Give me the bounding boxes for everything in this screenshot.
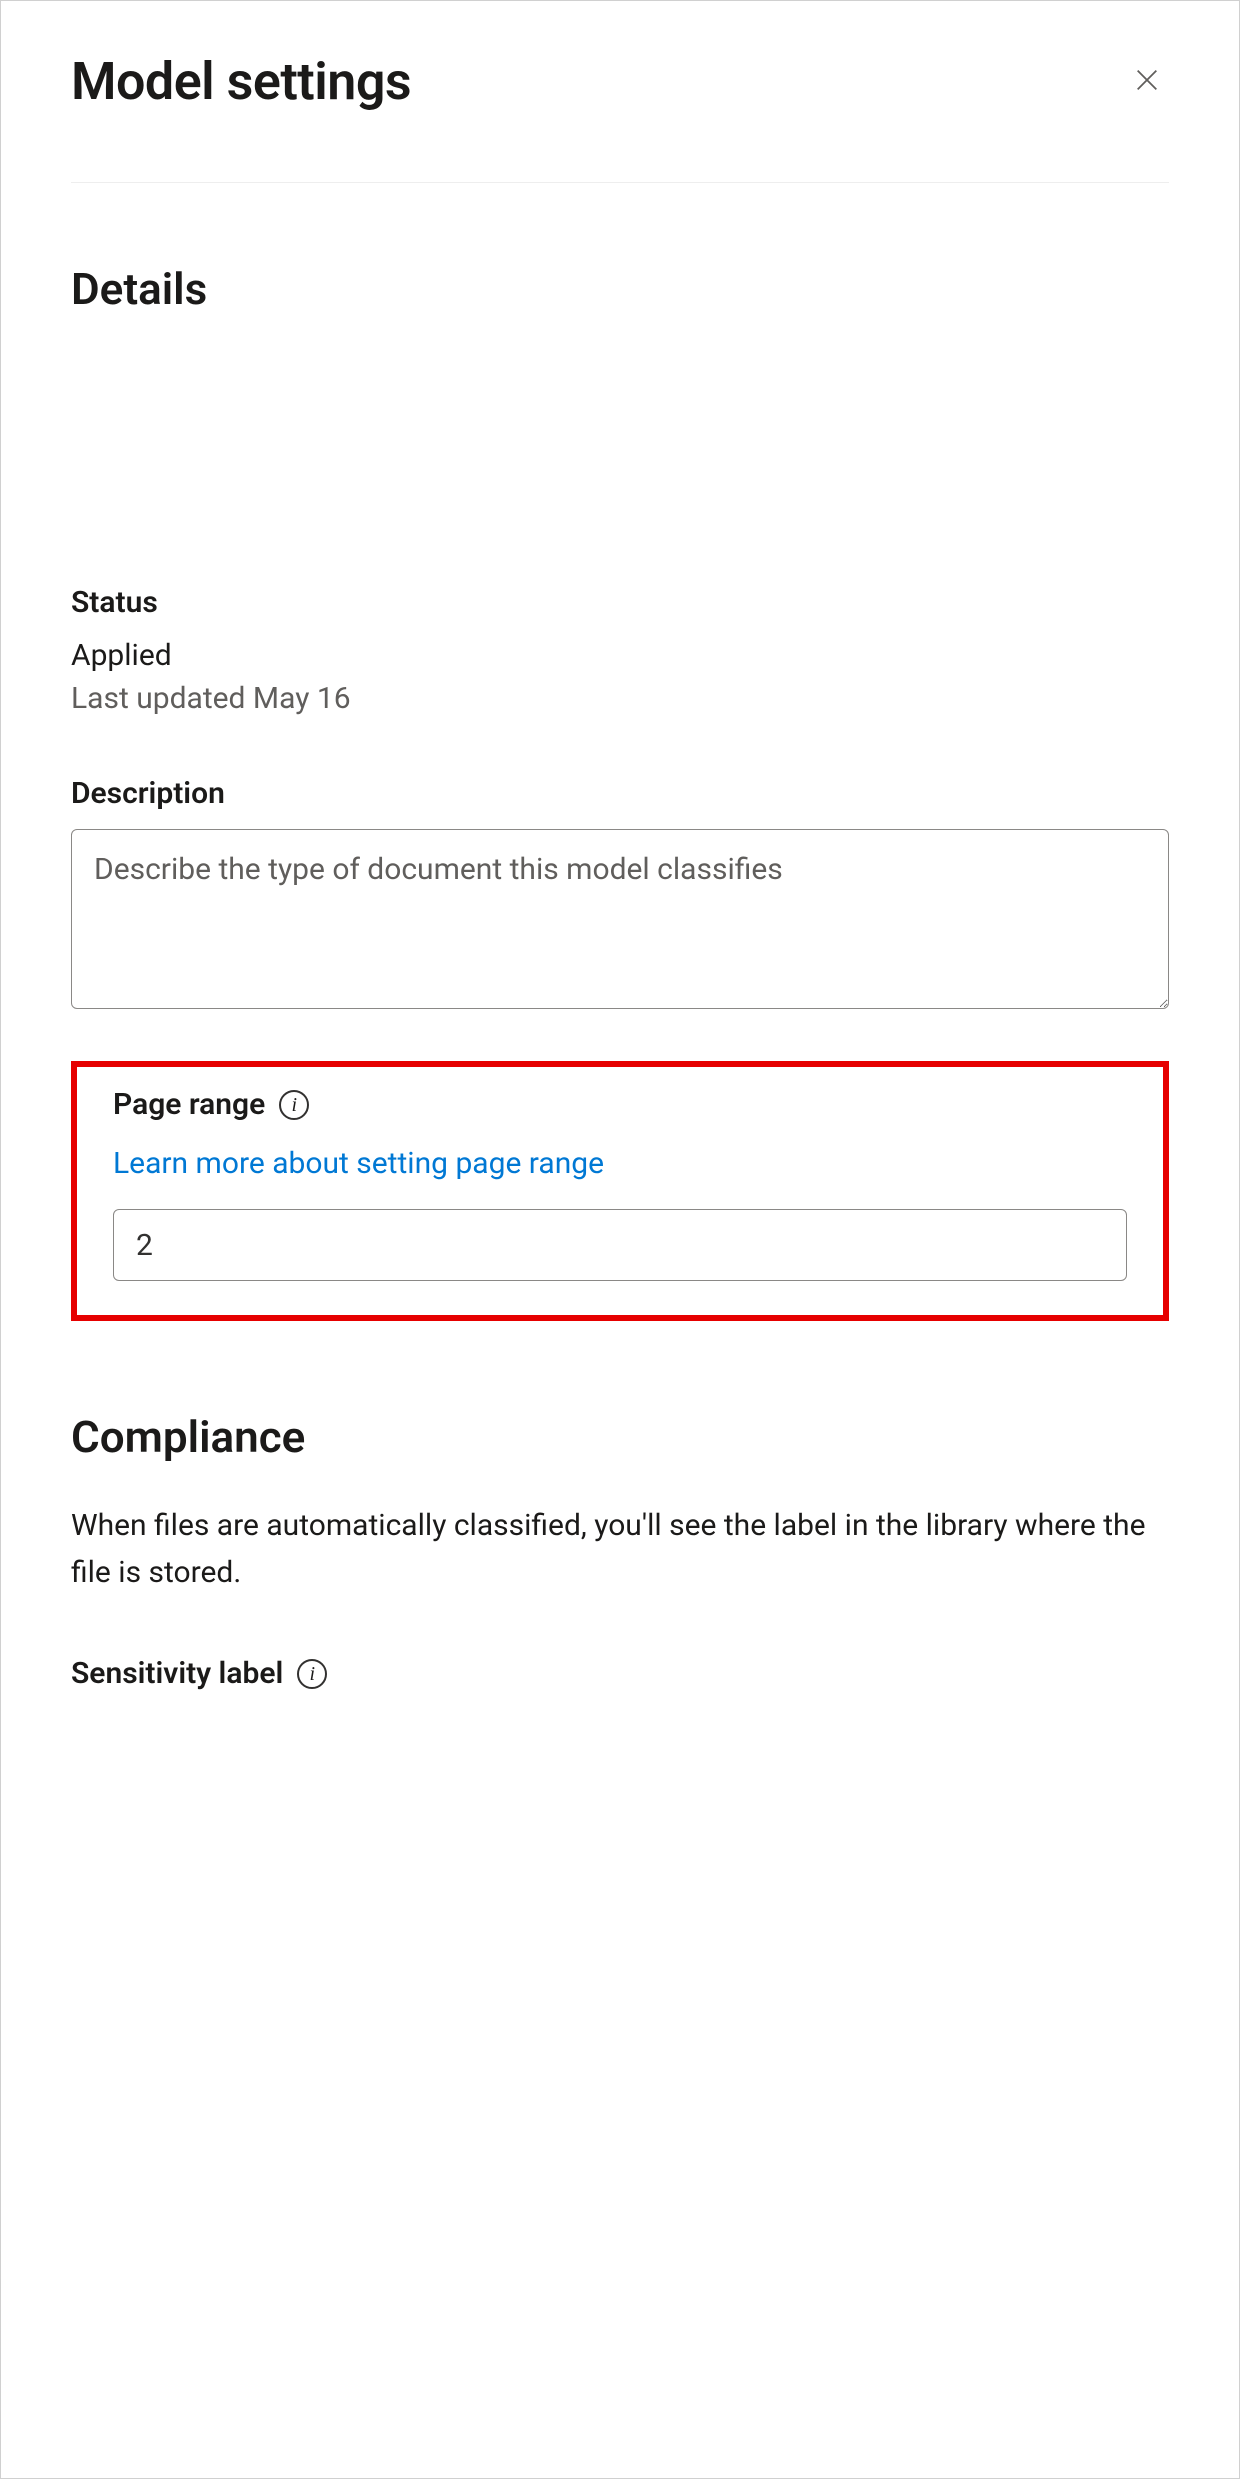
details-heading: Details <box>71 263 1169 315</box>
page-range-label-text: Page range <box>113 1087 265 1122</box>
close-icon <box>1133 66 1161 97</box>
compliance-heading: Compliance <box>71 1411 1169 1463</box>
page-range-input[interactable] <box>113 1209 1127 1281</box>
close-button[interactable] <box>1125 60 1169 104</box>
info-icon[interactable]: i <box>297 1659 327 1689</box>
status-updated: Last updated May 16 <box>71 681 1169 716</box>
status-value: Applied <box>71 638 1169 673</box>
model-settings-panel: Model settings Details Status Applied La… <box>1 1 1239 1691</box>
panel-title: Model settings <box>71 51 411 112</box>
details-spacer <box>71 355 1169 585</box>
description-input[interactable] <box>71 829 1169 1009</box>
status-block: Status Applied Last updated May 16 <box>71 585 1169 716</box>
description-block: Description <box>71 776 1169 1013</box>
status-label: Status <box>71 585 1169 620</box>
sensitivity-label-text: Sensitivity label <box>71 1656 283 1691</box>
page-range-block: Page range i Learn more about setting pa… <box>71 1061 1169 1321</box>
description-label: Description <box>71 776 1169 811</box>
sensitivity-label-row: Sensitivity label i <box>71 1656 1169 1691</box>
page-range-label: Page range i <box>113 1087 1127 1122</box>
info-icon[interactable]: i <box>279 1090 309 1120</box>
compliance-body: When files are automatically classified,… <box>71 1503 1169 1596</box>
page-range-learn-more-link[interactable]: Learn more about setting page range <box>113 1146 604 1181</box>
panel-header: Model settings <box>71 51 1169 183</box>
